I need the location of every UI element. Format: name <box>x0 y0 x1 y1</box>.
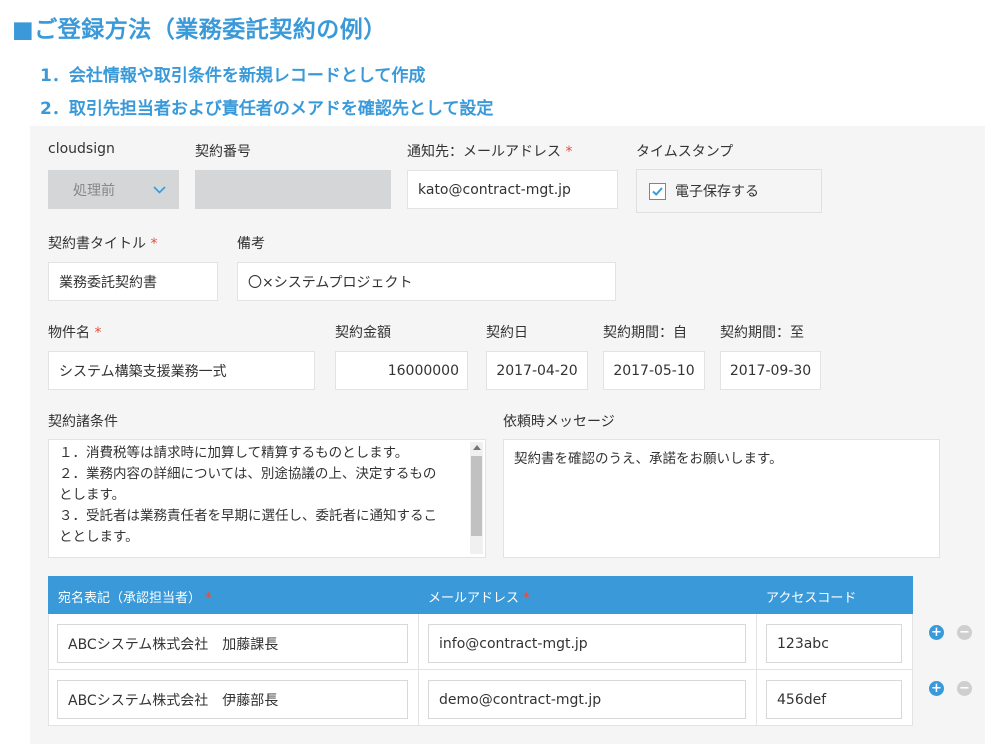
required-mark: * <box>94 325 102 341</box>
contract-date-label: 契約日 <box>486 325 528 341</box>
table-row: ABCシステム株式会社 伊藤部長 demo@contract-mgt.jp 45… <box>48 670 913 726</box>
conditions-label: 契約諸条件 <box>48 414 118 430</box>
remarks-label: 備考 <box>237 236 265 252</box>
contract-date-input[interactable]: 2017-04-20 <box>486 351 588 390</box>
add-row-icon[interactable]: + <box>929 681 944 696</box>
amount-label: 契約金額 <box>335 325 391 341</box>
step-2-text: 2．取引先担当者および責任者のメアドを確認先として設定 <box>40 99 494 119</box>
column-divider <box>418 670 419 725</box>
recipient-name-input[interactable]: ABCシステム株式会社 伊藤部長 <box>57 680 408 719</box>
contract-title-input[interactable]: 業務委託契約書 <box>48 262 218 301</box>
scroll-up-arrow[interactable] <box>473 445 481 450</box>
access-code-input[interactable]: 123abc <box>766 624 902 663</box>
cloudsign-value: 処理前 <box>73 182 115 199</box>
conditions-line: １．消費税等は請求時に加算して精算するものとします。 <box>59 445 409 461</box>
scrollbar-thumb[interactable] <box>471 456 482 536</box>
message-label: 依頼時メッセージ <box>503 414 615 430</box>
recipient-name-input[interactable]: ABCシステム株式会社 加藤課長 <box>57 624 408 663</box>
page-title: ■ご登録方法（業務委託契約の例） <box>12 17 387 43</box>
cloudsign-select[interactable]: 処理前 <box>48 170 179 209</box>
email-column-header: メールアドレス * <box>428 591 530 606</box>
period-from-input[interactable]: 2017-05-10 <box>603 351 705 390</box>
table-row: ABCシステム株式会社 加藤課長 info@contract-mgt.jp 12… <box>48 614 913 670</box>
contract-no-field <box>195 170 391 209</box>
conditions-textarea[interactable]: １．消費税等は請求時に加算して精算するものとします。 ２．業務内容の詳細について… <box>48 439 486 558</box>
conditions-line: ととします。 <box>59 529 139 545</box>
timestamp-group: 電子保存する <box>636 169 822 213</box>
period-from-label: 契約期間：自 <box>603 325 687 341</box>
period-to-label: 契約期間：至 <box>720 325 804 341</box>
scrollbar[interactable] <box>470 442 483 554</box>
check-icon <box>652 186 663 196</box>
required-mark: * <box>205 591 212 606</box>
cloudsign-label: cloudsign <box>48 141 115 157</box>
column-divider <box>418 614 419 669</box>
add-row-icon[interactable]: + <box>929 625 944 640</box>
notify-email-label: 通知先：メールアドレス * <box>407 144 573 160</box>
name-column-header: 宛名表記（承認担当者） * <box>58 591 212 606</box>
conditions-line: ３．受託者は業務責任者を早期に選任し、委託者に通知するこ <box>59 508 437 524</box>
access-code-input[interactable]: 456def <box>766 680 902 719</box>
recipient-email-input[interactable]: demo@contract-mgt.jp <box>428 680 746 719</box>
conditions-line: ２．業務内容の詳細については、別途協議の上、決定するもの <box>59 466 437 482</box>
column-divider <box>756 670 757 725</box>
remarks-input[interactable]: 〇×システムプロジェクト <box>237 262 616 301</box>
property-input[interactable]: システム構築支援業務一式 <box>48 351 315 390</box>
recipients-table-header: 宛名表記（承認担当者） * メールアドレス * アクセスコード <box>48 576 913 614</box>
property-label: 物件名 * <box>48 325 102 341</box>
step-1-text: 1．会社情報や取引条件を新規レコードとして作成 <box>40 66 426 86</box>
recipient-email-input[interactable]: info@contract-mgt.jp <box>428 624 746 663</box>
remove-row-icon[interactable]: − <box>957 681 972 696</box>
message-textarea[interactable]: 契約書を確認のうえ、承諾をお願いします。 <box>503 439 940 558</box>
conditions-line: とします。 <box>59 487 126 503</box>
electronic-save-checkbox[interactable] <box>649 182 666 200</box>
contract-title-label: 契約書タイトル * <box>48 236 158 252</box>
period-to-input[interactable]: 2017-09-30 <box>720 351 821 390</box>
chevron-down-icon <box>153 186 166 194</box>
code-column-header: アクセスコード <box>766 591 857 606</box>
required-mark: * <box>523 591 530 606</box>
electronic-save-label: 電子保存する <box>675 184 759 200</box>
remove-row-icon[interactable]: − <box>957 625 972 640</box>
contract-no-label: 契約番号 <box>195 144 251 160</box>
amount-input[interactable]: 16000000 <box>335 351 468 390</box>
notify-email-input[interactable]: kato@contract-mgt.jp <box>407 170 618 209</box>
column-divider <box>756 614 757 669</box>
required-mark: * <box>150 236 158 252</box>
timestamp-label: タイムスタンプ <box>636 144 734 160</box>
required-mark: * <box>565 144 573 160</box>
